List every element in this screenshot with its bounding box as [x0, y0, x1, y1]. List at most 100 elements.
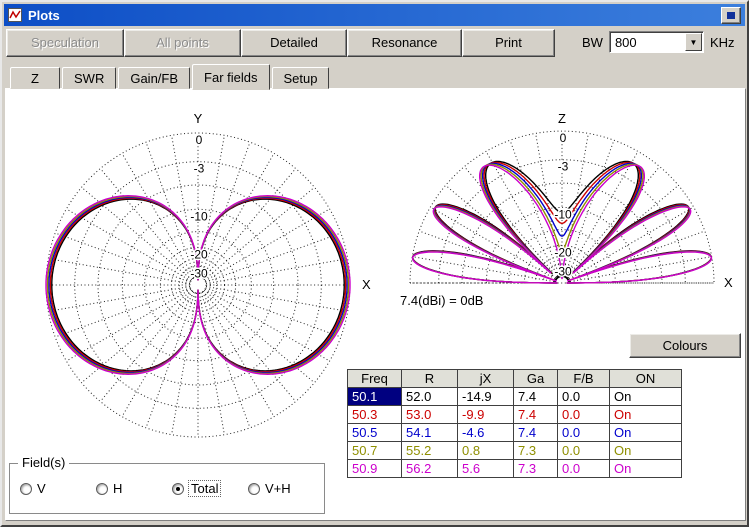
app-icon — [8, 8, 22, 22]
far-fields-page: 0 -3 -10 -20 -30 0 -3 -10 -20 -30 Y X Z X 7.4(dBi) = 0… — [5, 88, 746, 521]
cell-freq[interactable]: 50.1 — [348, 388, 402, 406]
cell-r[interactable]: 54.1 — [402, 424, 458, 442]
toolbar-button-resonance[interactable]: Resonance — [347, 29, 462, 57]
bw-unit-label: KHz — [710, 35, 735, 50]
cell-jx[interactable]: 5.6 — [458, 460, 514, 478]
colours-button[interactable]: Colours — [629, 333, 741, 358]
title-bar: Plots — [4, 4, 745, 26]
elevation-axis-right-label: X — [724, 275, 733, 290]
cell-ga[interactable]: 7.4 — [514, 388, 558, 406]
cell-freq[interactable]: 50.9 — [348, 460, 402, 478]
cell-freq[interactable]: 50.7 — [348, 442, 402, 460]
toolbar-button-detailed[interactable]: Detailed — [241, 29, 347, 57]
radio-icon — [20, 483, 32, 495]
table-header-row: FreqRjXGaF/BON — [348, 370, 682, 388]
cell-ga[interactable]: 7.3 — [514, 460, 558, 478]
column-header-r: R — [402, 370, 458, 388]
radio-icon — [96, 483, 108, 495]
cell-r[interactable]: 53.0 — [402, 406, 458, 424]
radio-label: H — [113, 481, 122, 496]
column-header-jx: jX — [458, 370, 514, 388]
cell-f-b[interactable]: 0.0 — [558, 442, 610, 460]
azimuth-axis-top-label: Y — [194, 111, 203, 126]
bw-label: BW — [582, 35, 603, 50]
ring-label: 0 — [560, 131, 567, 145]
cell-ga[interactable]: 7.4 — [514, 406, 558, 424]
column-header-on: ON — [610, 370, 682, 388]
tab-far-fields[interactable]: Far fields — [192, 64, 269, 90]
cell-r[interactable]: 56.2 — [402, 460, 458, 478]
radio-icon — [248, 483, 260, 495]
radio-total[interactable]: Total — [172, 481, 248, 496]
ring-label: -10 — [190, 209, 208, 223]
window-title: Plots — [28, 8, 60, 23]
cell-on[interactable]: On — [610, 442, 682, 460]
cell-on[interactable]: On — [610, 388, 682, 406]
table-row: 50.554.1-4.67.40.0On — [348, 424, 682, 442]
radio-label: V+H — [265, 481, 291, 496]
cell-f-b[interactable]: 0.0 — [558, 406, 610, 424]
tab-swr[interactable]: SWR — [62, 67, 116, 89]
tab-z[interactable]: Z — [10, 67, 60, 89]
ring-label: -3 — [194, 162, 205, 176]
column-header-freq: Freq — [348, 370, 402, 388]
radio-label: V — [37, 481, 46, 496]
bandwidth-group: BW 800 ▼ KHz — [582, 31, 735, 53]
azimuth-axis-right-label: X — [362, 277, 371, 292]
bw-value: 800 — [610, 35, 685, 50]
cell-jx[interactable]: 0.8 — [458, 442, 514, 460]
minimize-icon — [727, 12, 735, 19]
radio-icon — [172, 483, 184, 495]
elevation-axis-top-label: Z — [558, 111, 566, 126]
cell-freq[interactable]: 50.5 — [348, 424, 402, 442]
azimuth-pattern-curve — [50, 198, 345, 371]
column-header-ga: Ga — [514, 370, 558, 388]
toolbar-button-all-points: All points — [124, 29, 241, 57]
ring-label: -30 — [554, 264, 572, 278]
fields-options: V H Total V+H — [10, 464, 324, 513]
ring-label: 0 — [196, 133, 203, 147]
frequency-table: FreqRjXGaF/BON50.152.0-14.97.40.0On50.35… — [347, 369, 682, 478]
ring-label: -30 — [190, 266, 208, 280]
cell-jx[interactable]: -14.9 — [458, 388, 514, 406]
cell-jx[interactable]: -4.6 — [458, 424, 514, 442]
ring-label: -3 — [558, 160, 569, 174]
bw-dropdown-button[interactable]: ▼ — [685, 33, 702, 51]
tab-setup[interactable]: Setup — [272, 67, 330, 89]
minimize-button[interactable] — [721, 7, 741, 24]
cell-f-b[interactable]: 0.0 — [558, 460, 610, 478]
radio-v-h[interactable]: V+H — [248, 481, 324, 496]
cell-r[interactable]: 55.2 — [402, 442, 458, 460]
azimuth-pattern-curve — [49, 197, 347, 372]
cell-on[interactable]: On — [610, 406, 682, 424]
ring-label: -20 — [554, 245, 572, 259]
tab-gain-fb[interactable]: Gain/FB — [118, 67, 190, 89]
plots-window: Plots SpeculationAll pointsDetailedReson… — [0, 0, 749, 527]
cell-ga[interactable]: 7.3 — [514, 442, 558, 460]
tab-strip: ZSWRGain/FBFar fieldsSetup — [10, 63, 329, 89]
fields-groupbox: Field(s) VHTotalV+H — [9, 463, 325, 514]
cell-f-b[interactable]: 0.0 — [558, 388, 610, 406]
cell-on[interactable]: On — [610, 424, 682, 442]
bw-combobox[interactable]: 800 ▼ — [609, 31, 704, 53]
toolbar-button-print[interactable]: Print — [462, 29, 555, 57]
chevron-down-icon: ▼ — [689, 38, 697, 47]
table-row: 50.956.25.67.30.0On — [348, 460, 682, 478]
table-row: 50.353.0-9.97.40.0On — [348, 406, 682, 424]
cell-ga[interactable]: 7.4 — [514, 424, 558, 442]
reference-gain-label: 7.4(dBi) = 0dB — [400, 293, 483, 308]
cell-jx[interactable]: -9.9 — [458, 406, 514, 424]
ring-label: -10 — [554, 207, 572, 221]
radio-label: Total — [189, 481, 220, 496]
radio-h[interactable]: H — [96, 481, 172, 496]
fields-group-title: Field(s) — [18, 455, 69, 470]
cell-f-b[interactable]: 0.0 — [558, 424, 610, 442]
column-header-f-b: F/B — [558, 370, 610, 388]
table-row: 50.152.0-14.97.40.0On — [348, 388, 682, 406]
ring-label: -20 — [190, 247, 208, 261]
cell-freq[interactable]: 50.3 — [348, 406, 402, 424]
radio-v[interactable]: V — [20, 481, 96, 496]
toolbar: SpeculationAll pointsDetailedResonancePr… — [6, 29, 555, 57]
cell-r[interactable]: 52.0 — [402, 388, 458, 406]
cell-on[interactable]: On — [610, 460, 682, 478]
